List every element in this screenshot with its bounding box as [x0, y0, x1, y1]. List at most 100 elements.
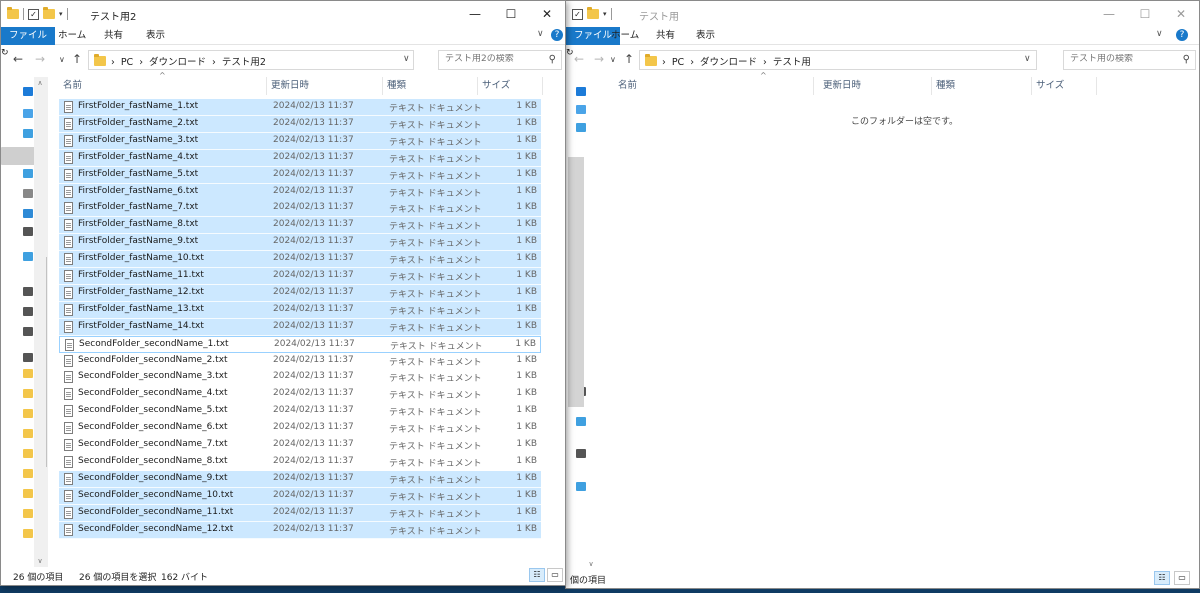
drive-icon[interactable] [23, 327, 33, 336]
file-row[interactable]: SecondFolder_secondName_10.txt 2024/02/13… [59, 487, 541, 505]
up-icon[interactable]: ↑ [72, 52, 82, 66]
recent-locations-icon[interactable]: ∨ [59, 55, 65, 64]
customize-toolbar-icon[interactable]: ▾ [603, 10, 607, 18]
file-row[interactable]: SecondFolder_secondName_8.txt 2024/02/13 … [59, 454, 541, 471]
drive-icon[interactable] [23, 353, 33, 362]
folder-icon[interactable] [23, 369, 33, 378]
close-button[interactable]: ✕ [1163, 1, 1199, 27]
back-icon[interactable]: ← [13, 52, 23, 66]
column-date[interactable]: 更新日時 [819, 77, 932, 95]
file-row[interactable]: FirstFolder_fastName_6.txt 2024/02/13 11:… [59, 183, 541, 201]
file-row[interactable]: FirstFolder_fastName_1.txt 2024/02/13 11:… [59, 99, 541, 116]
file-row[interactable]: FirstFolder_fastName_4.txt 2024/02/13 11:… [59, 149, 541, 167]
folder-icon[interactable] [23, 449, 33, 458]
file-row[interactable]: FirstFolder_fastName_12.txt 2024/02/13 11… [59, 284, 541, 302]
nav-scrollbar-thumb[interactable] [568, 157, 584, 407]
file-row[interactable]: SecondFolder_secondName_11.txt 2024/02/13… [59, 504, 541, 522]
new-folder-icon[interactable] [43, 7, 55, 19]
properties-icon[interactable]: ✓ [28, 8, 39, 20]
file-row[interactable]: FirstFolder_fastName_9.txt 2024/02/13 11:… [59, 234, 541, 252]
tab-home[interactable]: ホーム [58, 27, 86, 45]
forward-icon[interactable]: → [35, 52, 45, 66]
file-row[interactable]: SecondFolder_secondName_1.txt 2024/02/13 … [59, 335, 541, 353]
column-size[interactable]: サイズ [478, 77, 543, 95]
tab-share[interactable]: 共有 [104, 27, 123, 45]
recent-locations-icon[interactable]: ∨ [610, 55, 616, 64]
refresh-icon[interactable]: ↻ [1, 48, 9, 58]
file-row[interactable]: SecondFolder_secondName_9.txt 2024/02/13 … [59, 470, 541, 488]
up-icon[interactable]: ↑ [624, 52, 634, 66]
file-row[interactable]: FirstFolder_fastName_14.txt 2024/02/13 11… [59, 318, 541, 336]
customize-toolbar-icon[interactable]: ▾ [59, 10, 63, 18]
address-dropdown-icon[interactable]: ∨ [403, 54, 410, 64]
file-row[interactable]: SecondFolder_secondName_7.txt 2024/02/13 … [59, 437, 541, 454]
search-input[interactable] [445, 54, 565, 64]
search-box[interactable]: ⚲ [438, 50, 565, 70]
column-type[interactable]: 種類 [932, 77, 1032, 95]
search-input[interactable] [1070, 54, 1190, 64]
selected-nav-item[interactable] [1, 147, 38, 165]
breadcrumb-pc[interactable]: PC [121, 57, 133, 68]
file-row[interactable]: FirstFolder_fastName_3.txt 2024/02/13 11:… [59, 132, 541, 150]
close-button[interactable]: ✕ [529, 1, 565, 27]
file-list[interactable]: 名前 更新日時 種類 サイズ ^ FirstFolder_fastName_1.… [59, 71, 543, 567]
back-icon[interactable]: ← [574, 52, 584, 66]
drive-icon[interactable] [23, 307, 33, 316]
help-icon[interactable]: ? [551, 29, 563, 41]
file-row[interactable]: SecondFolder_secondName_12.txt 2024/02/13… [59, 521, 541, 539]
minimize-button[interactable]: — [1091, 1, 1127, 27]
file-row[interactable]: FirstFolder_fastName_11.txt 2024/02/13 11… [59, 268, 541, 285]
tab-view[interactable]: 表示 [696, 27, 715, 45]
tab-share[interactable]: 共有 [656, 27, 675, 45]
downloads-icon[interactable] [23, 169, 33, 178]
folder-icon[interactable] [23, 489, 33, 498]
search-box[interactable]: ⚲ [1063, 50, 1196, 70]
breadcrumb-downloads[interactable]: ダウンロード [700, 57, 757, 68]
expand-ribbon-icon[interactable]: ∨ [1156, 29, 1163, 39]
column-date[interactable]: 更新日時 [267, 77, 383, 95]
folder-icon[interactable] [23, 509, 33, 518]
folder-icon[interactable] [23, 409, 33, 418]
scroll-down-icon[interactable]: ∨ [34, 557, 46, 565]
file-row[interactable]: SecondFolder_secondName_5.txt 2024/02/13 … [59, 403, 541, 420]
maximize-button[interactable]: ☐ [493, 1, 529, 27]
folder-icon[interactable] [23, 529, 33, 538]
file-row[interactable]: FirstFolder_fastName_2.txt 2024/02/13 11:… [59, 115, 541, 133]
folder-icon[interactable] [23, 389, 33, 398]
details-view-icon[interactable]: ☷ [529, 568, 545, 582]
onedrive-icon[interactable] [23, 87, 33, 96]
details-view-icon[interactable]: ☷ [1154, 571, 1170, 585]
folder-icon[interactable] [23, 429, 33, 438]
column-type[interactable]: 種類 [383, 77, 478, 95]
file-row[interactable]: FirstFolder_fastName_13.txt 2024/02/13 11… [59, 301, 541, 319]
file-row[interactable]: SecondFolder_secondName_6.txt 2024/02/13 … [59, 420, 541, 437]
minimize-button[interactable]: — [457, 1, 493, 27]
column-size[interactable]: サイズ [1032, 77, 1097, 95]
file-row[interactable]: FirstFolder_fastName_5.txt 2024/02/13 11:… [59, 166, 541, 184]
column-name[interactable]: 名前 [614, 77, 814, 95]
breadcrumb-current[interactable]: テスト用2 [222, 57, 266, 68]
expand-ribbon-icon[interactable]: ∨ [537, 29, 544, 39]
address-dropdown-icon[interactable]: ∨ [1024, 54, 1031, 64]
help-icon[interactable]: ? [1176, 29, 1188, 41]
videos-icon[interactable] [23, 227, 33, 236]
pictures-icon[interactable] [23, 209, 33, 218]
refresh-icon[interactable]: ↻ [566, 48, 574, 58]
properties-icon[interactable]: ✓ [572, 8, 583, 20]
vertical-scrollbar[interactable]: ∧ ∨ [34, 77, 46, 567]
documents-icon[interactable] [23, 189, 33, 198]
address-bar[interactable]: › PC › ダウンロード › テスト用2 ∨ [88, 50, 414, 70]
tab-view[interactable]: 表示 [146, 27, 165, 45]
forward-icon[interactable]: → [594, 52, 604, 66]
file-row[interactable]: FirstFolder_fastName_8.txt 2024/02/13 11:… [59, 217, 541, 235]
breadcrumb-pc[interactable]: PC [672, 57, 684, 68]
breadcrumb-downloads[interactable]: ダウンロード [149, 57, 206, 68]
network-icon[interactable] [23, 252, 33, 261]
file-row[interactable]: FirstFolder_fastName_7.txt 2024/02/13 11:… [59, 200, 541, 218]
tab-file[interactable]: ファイル [1, 27, 56, 45]
pc-icon[interactable] [23, 109, 33, 118]
scroll-down-icon[interactable]: ∨ [586, 560, 596, 568]
maximize-button[interactable]: ☐ [1127, 1, 1163, 27]
new-folder-icon[interactable] [587, 7, 599, 19]
scroll-up-icon[interactable]: ∧ [34, 79, 46, 87]
